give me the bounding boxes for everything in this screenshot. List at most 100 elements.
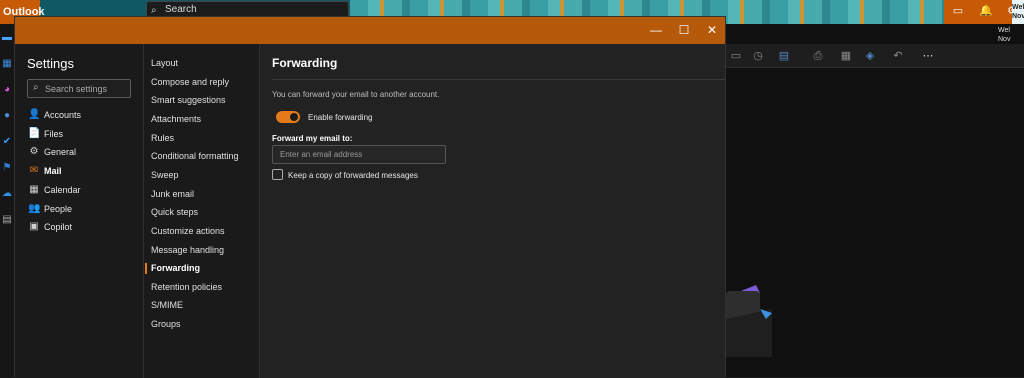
section-label: Quick steps [151, 207, 199, 218]
category-files[interactable]: 📄 Files [15, 126, 143, 144]
section-junk-email[interactable]: Junk email [144, 186, 259, 203]
section-compose-and-reply[interactable]: Compose and reply [144, 74, 259, 91]
calendar-icon: ▦ [29, 183, 39, 195]
gear-icon: ⚙ [29, 146, 39, 158]
category-label: People [44, 203, 73, 214]
people-icon: 👥 [28, 202, 41, 214]
section-label: Forwarding [151, 263, 200, 274]
section-label: Layout [151, 58, 179, 68]
web-info-line-2: Nov [998, 36, 1011, 43]
section-layout[interactable]: Layout [144, 55, 259, 72]
web-info-line-1: Wel [998, 27, 1010, 34]
search-icon: ⌕ [33, 82, 39, 93]
apps-icon[interactable]: ◈ [862, 48, 878, 64]
selection-indicator [145, 263, 147, 275]
copilot-app-icon[interactable]: ◕ [1, 84, 13, 96]
title-divider [272, 79, 725, 80]
section-label: Rules [151, 132, 175, 143]
email-field-box[interactable] [272, 145, 446, 164]
category-label: Files [44, 128, 64, 139]
category-label: Calendar [44, 184, 81, 195]
toggle-knob [290, 113, 298, 121]
section-retention-policies[interactable]: Retention policies [144, 279, 259, 296]
file-icon: 📄 [28, 127, 41, 139]
section-label: Message handling [151, 244, 225, 255]
person-icon: 👤 [28, 109, 41, 120]
mail-icon: ✉ [29, 165, 39, 177]
section-label: S/MIME [151, 300, 184, 311]
category-mail[interactable]: ✉ Mail [15, 163, 143, 181]
todo-app-icon[interactable]: ✔ [1, 136, 13, 148]
close-icon[interactable]: ✕ [698, 17, 726, 44]
page-title: Forwarding [272, 56, 338, 70]
category-accounts[interactable]: 👤 Accounts [15, 107, 143, 125]
section-label: Compose and reply [151, 76, 230, 87]
dialog-title-bar: — ☐ ✕ [15, 17, 725, 44]
app-rail: ▬ ▦ ◕ ● ✔ ⚑ ☁ ▤ [0, 24, 14, 377]
forwarding-description: You can forward your email to another ac… [272, 90, 440, 99]
category-general[interactable]: ⚙ General [15, 144, 143, 162]
section-smart-suggestions[interactable]: Smart suggestions [144, 92, 259, 109]
section-groups[interactable]: Groups [144, 316, 259, 333]
section-rules[interactable]: Rules [144, 130, 259, 147]
minimize-icon[interactable]: — [642, 17, 670, 44]
section-label: Sweep [151, 169, 179, 180]
keep-copy-label: Keep a copy of forwarded messages [288, 171, 418, 180]
category-label: Copilot [44, 222, 73, 233]
settings-search-input[interactable] [45, 81, 129, 96]
people-app-icon[interactable]: ● [1, 110, 13, 122]
category-people[interactable]: 👥 People [15, 201, 143, 219]
section-label: Smart suggestions [151, 95, 226, 106]
maximize-icon[interactable]: ☐ [670, 17, 698, 44]
more-icon[interactable]: ⋯ [920, 48, 936, 64]
enable-forwarding-label: Enable forwarding [308, 113, 373, 122]
section-s-mime[interactable]: S/MIME [144, 297, 259, 314]
more-apps-icon[interactable]: ▤ [1, 214, 13, 226]
clock-icon[interactable]: ◷ [750, 48, 766, 64]
settings-title: Settings [27, 56, 74, 71]
top-search-label: Search [165, 4, 197, 15]
section-label: Groups [151, 319, 181, 330]
section-label: Junk email [151, 188, 195, 199]
onedrive-app-icon[interactable]: ☁ [1, 188, 13, 200]
undo-icon[interactable]: ↶ [890, 48, 906, 64]
forwarding-panel: Forwarding You can forward your email to… [260, 44, 725, 378]
category-copilot[interactable]: ▣ Copilot [15, 219, 143, 237]
section-label: Conditional formatting [151, 151, 239, 162]
welcome-line-2: Nov [1012, 13, 1024, 20]
section-customize-actions[interactable]: Customize actions [144, 223, 259, 240]
print-icon[interactable]: ⎙ [810, 48, 826, 64]
section-label: Retention policies [151, 281, 223, 292]
settings-search-box[interactable]: ⌕ [27, 79, 131, 98]
category-label: Mail [44, 166, 62, 177]
email-field[interactable] [280, 148, 440, 161]
enable-forwarding-toggle[interactable] [276, 111, 300, 123]
welcome-line-1: Wel [1012, 4, 1024, 11]
grid-icon[interactable]: ▦ [838, 48, 854, 64]
web-info-panel: Wel Nov [998, 26, 1010, 44]
settings-dialog: — ☐ ✕ Settings ⌕ 👤Accounts📄Files⚙General… [14, 16, 726, 378]
category-label: Accounts [44, 110, 82, 120]
mail-app-icon[interactable]: ▬ [1, 32, 13, 44]
section-sweep[interactable]: Sweep [144, 167, 259, 184]
move-icon[interactable]: ▤ [776, 48, 792, 64]
section-message-handling[interactable]: Message handling [144, 242, 259, 259]
section-conditional-formatting[interactable]: Conditional formatting [144, 148, 259, 165]
calendar-app-icon[interactable]: ▦ [1, 58, 13, 70]
category-calendar[interactable]: ▦ Calendar [15, 182, 143, 200]
keep-copy-checkbox[interactable] [272, 169, 283, 180]
welcome-card[interactable]: Wel Nov [1012, 0, 1024, 24]
org-app-icon[interactable]: ⚑ [1, 162, 13, 174]
bell-icon[interactable]: 🔔 [978, 3, 994, 19]
archive-icon[interactable]: ▭ [728, 48, 744, 64]
mail-toolbar: ▭ ◷ ▤ ⎙ ▦ ◈ ↶ ⋯ [726, 44, 1024, 68]
category-label: General [44, 147, 77, 158]
copilot-icon: ▣ [29, 221, 39, 233]
mail-sections-pane: Layout Compose and reply Smart suggestions… [144, 44, 260, 378]
settings-categories-pane: Settings ⌕ 👤Accounts📄Files⚙General✉Mail▦… [15, 44, 144, 378]
section-quick-steps[interactable]: Quick steps [144, 204, 259, 221]
section-attachments[interactable]: Attachments [144, 111, 259, 128]
feedback-icon[interactable]: ▭ [950, 3, 966, 19]
section-forwarding[interactable]: Forwarding [144, 260, 259, 277]
section-label: Attachments [151, 113, 202, 124]
